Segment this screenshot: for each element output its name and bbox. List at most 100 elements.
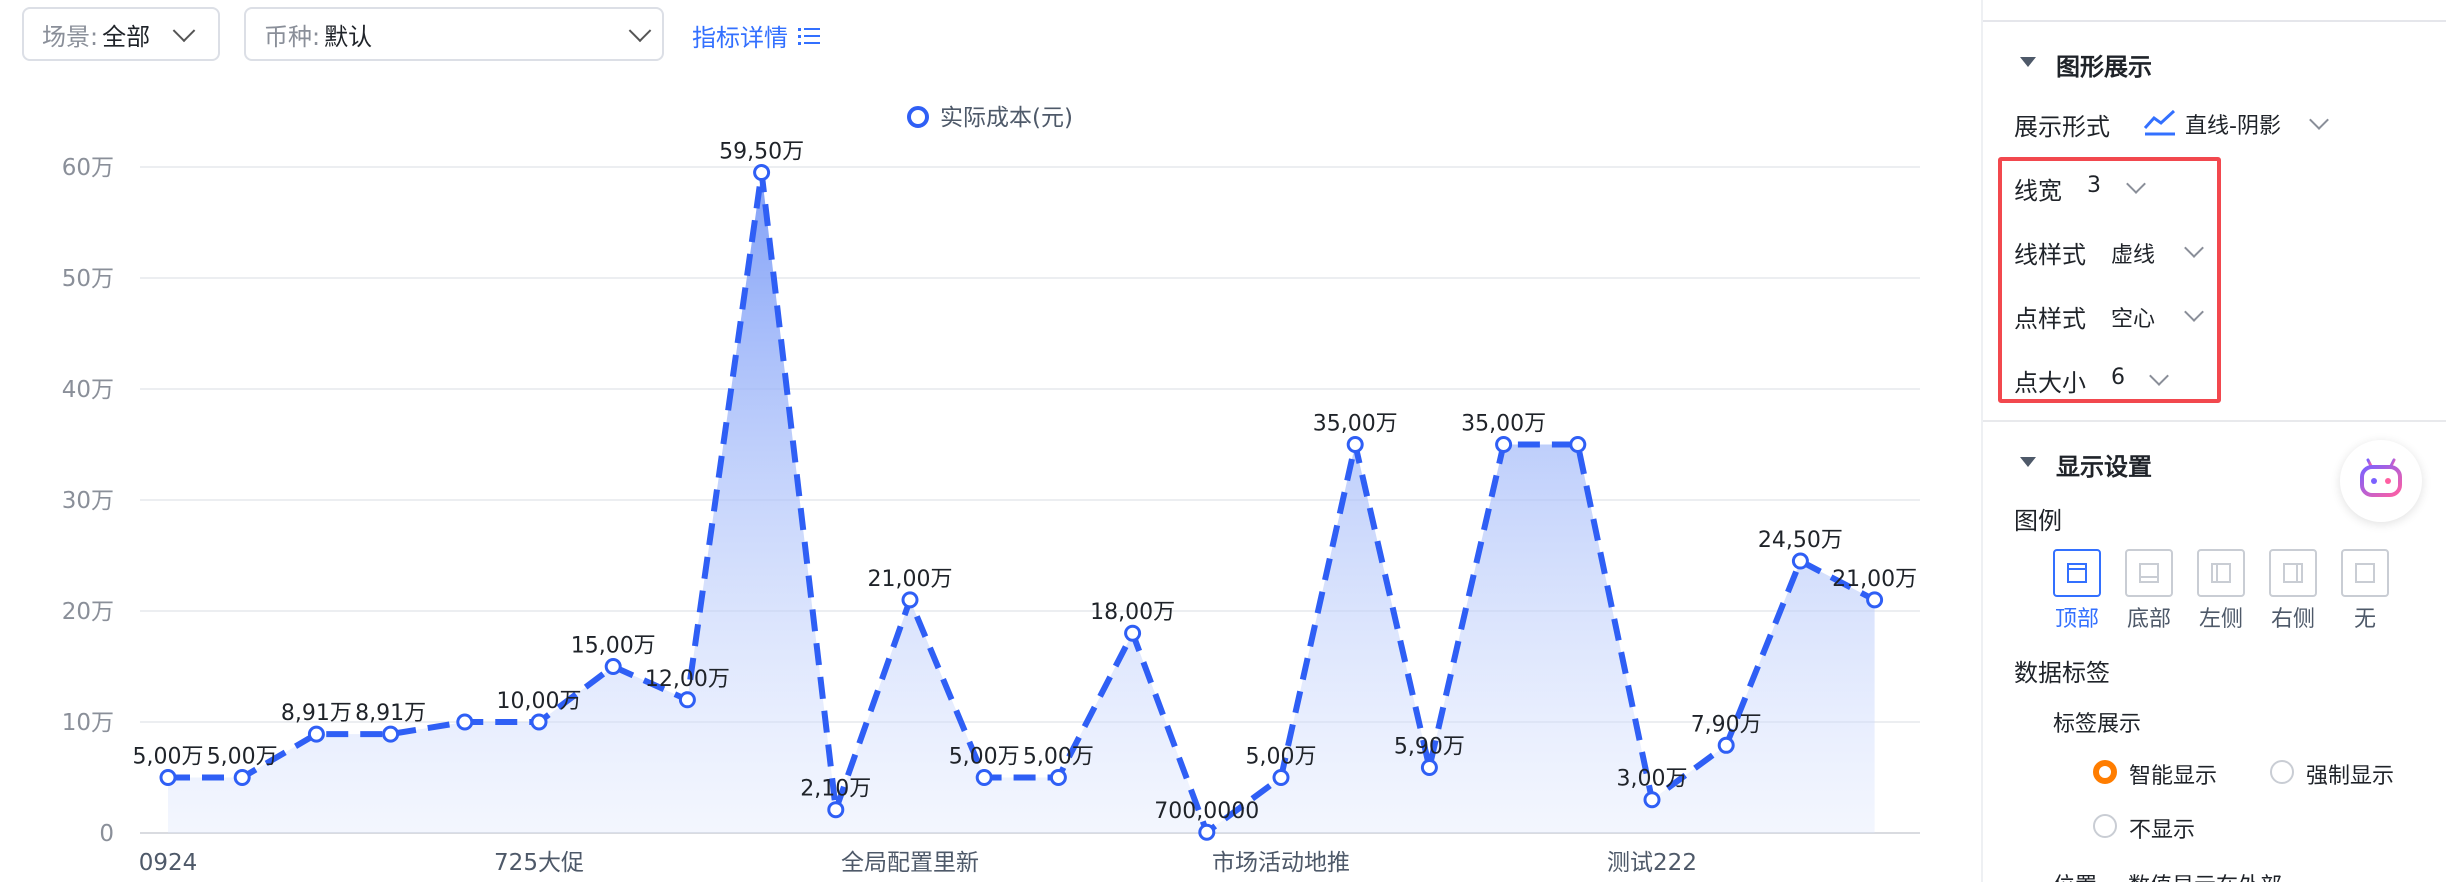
data-label: 8,91万 — [355, 701, 426, 726]
data-label: 5,00万 — [1023, 745, 1094, 770]
legend-right-button[interactable] — [2269, 549, 2317, 597]
metric-detail-link[interactable]: 指标详情 — [692, 18, 820, 53]
x-tick-label: 全局配置里新 — [841, 850, 979, 876]
line-area-chart: 实际成本(元) 0 10万 20万 30万 40万 50万 60万 0924 725大促 全局配… — [62, 105, 1920, 876]
position-select[interactable]: 数值显示在外部 — [2128, 868, 2282, 882]
legend-top-button[interactable] — [2053, 549, 2101, 597]
data-label: 18,00万 — [1090, 600, 1175, 625]
line-style-select[interactable]: 虚线 — [2111, 237, 2155, 269]
legend-bottom-label: 底部 — [2126, 607, 2171, 632]
legend-right-label: 右侧 — [2270, 607, 2315, 632]
currency-value: 默认 — [324, 22, 373, 51]
data-label: 3,00万 — [1617, 767, 1688, 792]
panel-divider — [1981, 0, 1983, 882]
line-style-label: 线样式 — [2014, 241, 2086, 269]
data-point — [1272, 769, 1290, 786]
data-point — [1495, 436, 1513, 453]
data-label: 15,00万 — [571, 634, 656, 659]
data-point — [1791, 552, 1809, 570]
data-label: 5,90万 — [1394, 735, 1465, 760]
scene-label: 场景: — [42, 22, 99, 51]
data-point — [1420, 759, 1438, 777]
label-display-title: 标签展示 — [2053, 712, 2142, 737]
display-mode-label: 展示形式 — [2014, 113, 2110, 141]
data-point — [1346, 436, 1364, 453]
y-tick-label: 60万 — [62, 155, 114, 181]
scene-value: 全部 — [102, 22, 151, 51]
radio-force-label[interactable]: 强制显示 — [2306, 758, 2394, 790]
display-mode-select[interactable]: 直线-阴影 — [2185, 108, 2281, 140]
data-point — [159, 769, 177, 786]
data-label: 5,00万 — [207, 745, 278, 770]
data-label: 5,00万 — [1246, 745, 1317, 770]
assistant-button[interactable] — [2340, 440, 2422, 522]
point-style-label: 点样式 — [2014, 305, 2086, 333]
data-label: 59,50万 — [719, 140, 804, 165]
line-width-select[interactable]: 3 — [2087, 173, 2101, 198]
data-labels-title: 数据标签 — [2014, 659, 2110, 687]
display-section-title[interactable]: 显示设置 — [2056, 447, 2152, 482]
legend-left-label: 左侧 — [2198, 607, 2243, 632]
line-chart-icon — [2143, 109, 2176, 136]
data-point — [1569, 436, 1587, 453]
legend-left-button[interactable] — [2197, 549, 2245, 597]
legend-bottom-button[interactable] — [2125, 549, 2173, 597]
area-fill — [168, 172, 1875, 834]
data-point — [382, 725, 400, 743]
legend-marker — [907, 106, 929, 128]
radio-smart[interactable] — [2093, 760, 2117, 784]
radio-force[interactable] — [2270, 760, 2294, 784]
data-point — [1643, 791, 1661, 809]
collapse-triangle-icon[interactable] — [2020, 457, 2036, 467]
data-point — [307, 725, 325, 743]
data-label: 5,00万 — [133, 745, 204, 770]
radio-hide[interactable] — [2093, 814, 2117, 838]
radio-hide-label[interactable]: 不显示 — [2129, 812, 2195, 844]
data-point — [1717, 736, 1735, 754]
scene-select[interactable]: 场景: 全部 — [22, 7, 220, 61]
panel-top-divider — [1983, 20, 2446, 22]
radio-smart-label[interactable]: 智能显示 — [2129, 758, 2217, 790]
y-tick-label: 0 — [99, 821, 114, 847]
chevron-down-icon — [628, 19, 652, 43]
currency-select[interactable]: 币种: 默认 — [244, 7, 664, 61]
legend-none-button[interactable] — [2341, 549, 2389, 597]
data-point — [901, 591, 919, 609]
chevron-down-icon — [172, 19, 196, 43]
data-label: 24,50万 — [1758, 528, 1843, 553]
position-label: 位置 — [2053, 868, 2097, 882]
line-width-label: 线宽 — [2014, 177, 2062, 205]
collapse-triangle-icon[interactable] — [2020, 57, 2036, 67]
y-tick-label: 10万 — [62, 710, 114, 736]
point-size-label: 点大小 — [2014, 369, 2086, 397]
data-point — [678, 691, 696, 709]
data-label: 10,00万 — [497, 689, 582, 714]
currency-label: 币种: — [264, 22, 321, 51]
data-label: 700,0000 — [1154, 799, 1259, 824]
point-style-select[interactable]: 空心 — [2111, 301, 2155, 333]
data-point — [1049, 769, 1067, 786]
data-point — [975, 769, 993, 786]
y-tick-label: 40万 — [62, 377, 114, 403]
point-size-select[interactable]: 6 — [2111, 365, 2125, 390]
y-tick-label: 20万 — [62, 599, 114, 625]
chart-legend[interactable]: 实际成本(元) — [907, 105, 1073, 131]
x-tick-label: 测试222 — [1607, 850, 1697, 876]
data-point — [753, 164, 771, 182]
legend-label: 实际成本(元) — [940, 105, 1073, 131]
data-label: 8,91万 — [281, 701, 352, 726]
section-divider — [1983, 420, 2446, 422]
graph-section-title[interactable]: 图形展示 — [2056, 47, 2152, 82]
x-tick-label: 市场活动地推 — [1212, 850, 1350, 876]
x-tick-label: 0924 — [139, 850, 198, 876]
data-point — [827, 801, 845, 819]
data-point — [1124, 624, 1142, 642]
data-point — [233, 769, 251, 786]
data-point — [1198, 823, 1216, 841]
metric-detail-text: 指标详情 — [692, 24, 788, 52]
data-label: 12,00万 — [645, 667, 730, 692]
data-point — [530, 713, 548, 731]
robot-icon — [2360, 458, 2402, 497]
y-tick-label: 50万 — [62, 266, 114, 292]
list-icon — [798, 27, 820, 45]
